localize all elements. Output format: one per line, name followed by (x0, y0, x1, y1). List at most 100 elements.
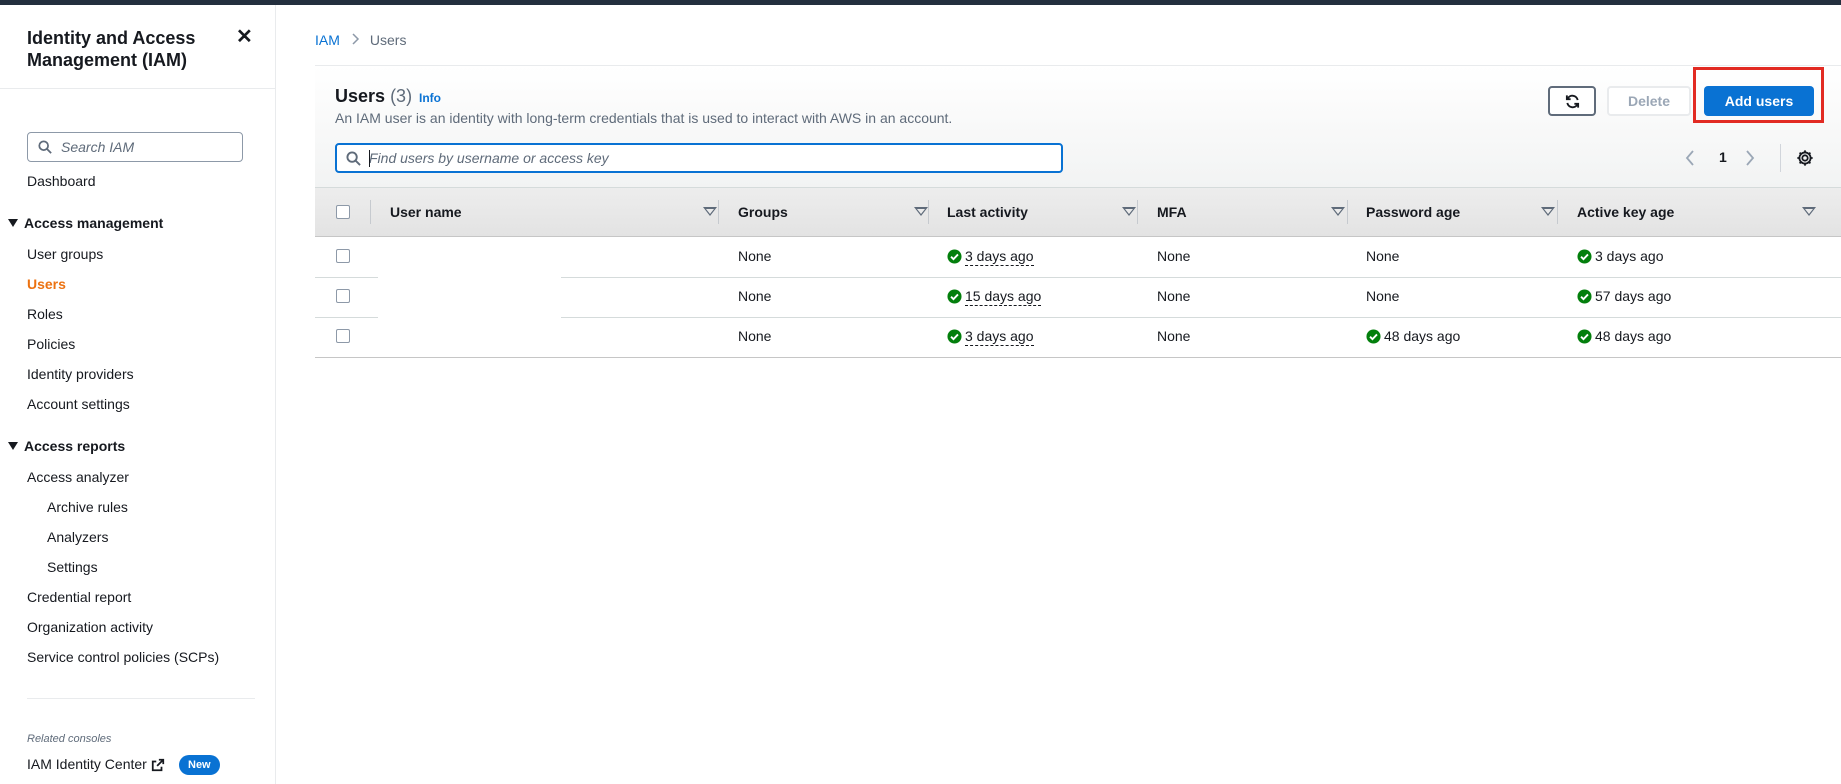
column-header-groups[interactable]: Groups (738, 188, 934, 236)
success-check-icon (947, 289, 962, 304)
column-label: Last activity (947, 204, 1028, 220)
row-checkbox[interactable] (336, 249, 350, 263)
search-icon (38, 140, 52, 154)
info-link[interactable]: Info (419, 91, 441, 105)
column-header-mfa[interactable]: MFA (1157, 188, 1353, 236)
last-activity-value[interactable]: 3 days ago (965, 328, 1034, 346)
close-icon[interactable]: ✕ (236, 27, 253, 47)
password-age-value: 48 days ago (1384, 328, 1461, 344)
success-check-icon (947, 249, 962, 264)
chevron-right-icon (352, 32, 360, 48)
sidebar-item-analyzers[interactable]: Analyzers (47, 529, 108, 545)
row-checkbox[interactable] (336, 289, 350, 303)
select-all-checkbox[interactable] (336, 205, 350, 219)
column-divider (718, 200, 719, 224)
section-label: Access management (24, 215, 164, 231)
table-row[interactable]: None 3 days ago None None 3 days ago (315, 237, 1841, 278)
users-table-container: Users (3) Info An IAM user is an identit… (315, 65, 1841, 358)
column-label: Password age (1366, 204, 1461, 220)
external-link-icon (151, 759, 164, 772)
caret-down-icon (8, 442, 18, 451)
sidebar-item-credential-report[interactable]: Credential report (27, 589, 131, 605)
last-activity-cell: 15 days ago (947, 288, 1042, 306)
sidebar-item-identity-providers[interactable]: Identity providers (27, 366, 134, 382)
delete-button[interactable]: Delete (1607, 86, 1691, 116)
password-age-cell: 48 days ago (1366, 328, 1460, 344)
sort-icon (1331, 207, 1345, 216)
iam-identity-center-link[interactable]: IAM Identity Center (27, 756, 165, 772)
column-header-active-key-age[interactable]: Active key age (1577, 188, 1817, 236)
active-key-age-cell: 3 days ago (1577, 248, 1664, 264)
title-text: Users (335, 86, 386, 106)
sort-icon (1541, 207, 1555, 216)
groups-cell: None (738, 248, 772, 264)
find-users-input[interactable] (369, 149, 1049, 167)
sidebar-item-settings[interactable]: Settings (47, 559, 98, 575)
search-iam-input[interactable] (61, 137, 236, 157)
column-divider (1557, 200, 1558, 224)
refresh-button[interactable] (1548, 86, 1596, 116)
search-iam-field[interactable] (27, 132, 243, 162)
sort-icon (914, 207, 928, 216)
refresh-icon (1565, 94, 1580, 109)
groups-cell: None (738, 288, 772, 304)
find-users-field[interactable] (335, 143, 1063, 173)
sidebar-item-policies[interactable]: Policies (27, 336, 75, 352)
sidebar-item-scps[interactable]: Service control policies (SCPs) (27, 649, 219, 665)
sidebar-item-roles[interactable]: Roles (27, 306, 63, 322)
search-icon (346, 151, 361, 166)
gear-icon[interactable] (1796, 149, 1814, 167)
breadcrumb-iam-link[interactable]: IAM (315, 32, 340, 48)
sidebar-item-archive-rules[interactable]: Archive rules (47, 499, 128, 515)
sidebar-item-users[interactable]: Users (27, 276, 66, 292)
top-navigation-bar (0, 0, 1841, 5)
highlight-box (1693, 67, 1824, 123)
last-activity-value[interactable]: 3 days ago (965, 248, 1034, 266)
mfa-cell: None (1157, 248, 1191, 264)
table-header: Users (3) Info An IAM user is an identit… (315, 65, 1841, 187)
section-label: Access reports (24, 438, 126, 454)
active-key-age-cell: 57 days ago (1577, 288, 1671, 304)
section-access-reports[interactable]: Access reports (8, 438, 125, 454)
new-badge: New (179, 755, 220, 775)
breadcrumb: IAM Users (315, 32, 406, 48)
sidebar-item-dashboard[interactable]: Dashboard (27, 173, 96, 189)
link-label: IAM Identity Center (27, 756, 147, 772)
table-row[interactable]: None 15 days ago None None 57 days ago (315, 277, 1841, 318)
sidebar-item-organization-activity[interactable]: Organization activity (27, 619, 153, 635)
divider (0, 88, 275, 89)
column-label: MFA (1157, 204, 1187, 220)
chevron-left-icon[interactable] (1685, 150, 1695, 166)
active-key-age-value: 57 days ago (1595, 288, 1672, 304)
page-description: An IAM user is an identity with long-ter… (335, 110, 953, 126)
column-label: Groups (738, 204, 788, 220)
column-label: Active key age (1577, 204, 1675, 220)
sort-icon (1122, 207, 1136, 216)
last-activity-cell: 3 days ago (947, 248, 1034, 266)
sidebar-item-access-analyzer[interactable]: Access analyzer (27, 469, 129, 485)
divider (1780, 144, 1781, 172)
page-number[interactable]: 1 (1719, 149, 1727, 165)
mfa-cell: None (1157, 288, 1191, 304)
page-title: Users (3) (335, 86, 412, 107)
row-checkbox[interactable] (336, 329, 350, 343)
sidebar: Identity and Access Management (IAM) ✕ D… (0, 5, 276, 784)
related-consoles-label: Related consoles (27, 733, 112, 745)
column-header-last-activity[interactable]: Last activity (947, 188, 1143, 236)
column-divider (370, 200, 371, 224)
success-check-icon (1366, 329, 1381, 344)
last-activity-value[interactable]: 15 days ago (965, 288, 1042, 306)
mfa-cell: None (1157, 328, 1191, 344)
chevron-right-icon[interactable] (1745, 150, 1755, 166)
sidebar-item-user-groups[interactable]: User groups (27, 246, 103, 262)
sidebar-title: Identity and Access Management (IAM) (27, 28, 196, 70)
column-header-user-name[interactable]: User name (390, 188, 718, 236)
sidebar-item-account-settings[interactable]: Account settings (27, 396, 130, 412)
password-age-cell: None (1366, 288, 1400, 304)
table-column-headers: User name Groups Last activity MFA Passw… (315, 187, 1841, 237)
column-header-password-age[interactable]: Password age (1366, 188, 1562, 236)
column-divider (928, 200, 929, 224)
section-access-management[interactable]: Access management (8, 215, 163, 231)
sort-icon (703, 207, 717, 216)
table-row[interactable]: None 3 days ago None 48 days ago 48 days… (315, 317, 1841, 358)
